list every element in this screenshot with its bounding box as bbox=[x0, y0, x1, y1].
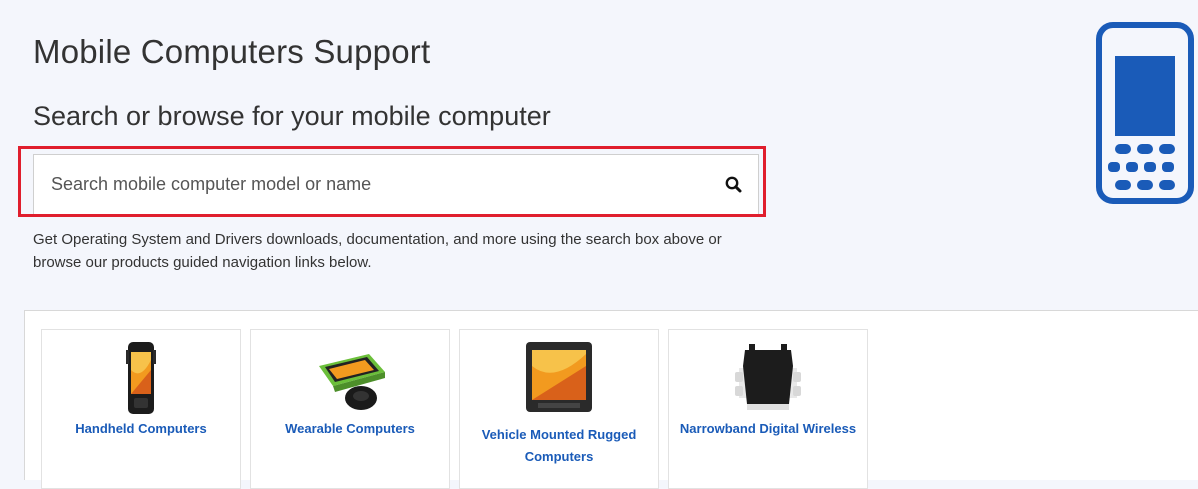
narrowband-wireless-image bbox=[735, 344, 801, 410]
product-label[interactable]: Wearable Computers bbox=[257, 418, 443, 440]
mobile-computer-icon bbox=[1096, 22, 1194, 204]
wearable-computer-image bbox=[319, 354, 385, 410]
page-title: Mobile Computers Support bbox=[33, 33, 431, 70]
search-highlight-box bbox=[18, 146, 766, 217]
product-card-wearable-computers[interactable]: Wearable Computers bbox=[250, 329, 450, 489]
product-card-handheld-computers[interactable]: Handheld Computers bbox=[41, 329, 241, 489]
product-categories-panel: Handheld Computers Wearable Computers Ve… bbox=[24, 310, 1198, 489]
product-label[interactable]: Vehicle Mounted Rugged Computers bbox=[466, 424, 652, 468]
product-label[interactable]: Narrowband Digital Wireless bbox=[675, 418, 861, 440]
page-description: Get Operating System and Drivers downloa… bbox=[33, 231, 722, 271]
product-label[interactable]: Handheld Computers bbox=[48, 418, 234, 440]
product-card-vehicle-mounted-computers[interactable]: Vehicle Mounted Rugged Computers bbox=[459, 329, 659, 489]
page-subtitle: Search or browse for your mobile compute… bbox=[33, 101, 551, 131]
handheld-computer-image bbox=[126, 342, 156, 414]
product-card-narrowband-digital-wireless[interactable]: Narrowband Digital Wireless bbox=[668, 329, 868, 489]
vehicle-mounted-computer-image bbox=[526, 342, 592, 412]
